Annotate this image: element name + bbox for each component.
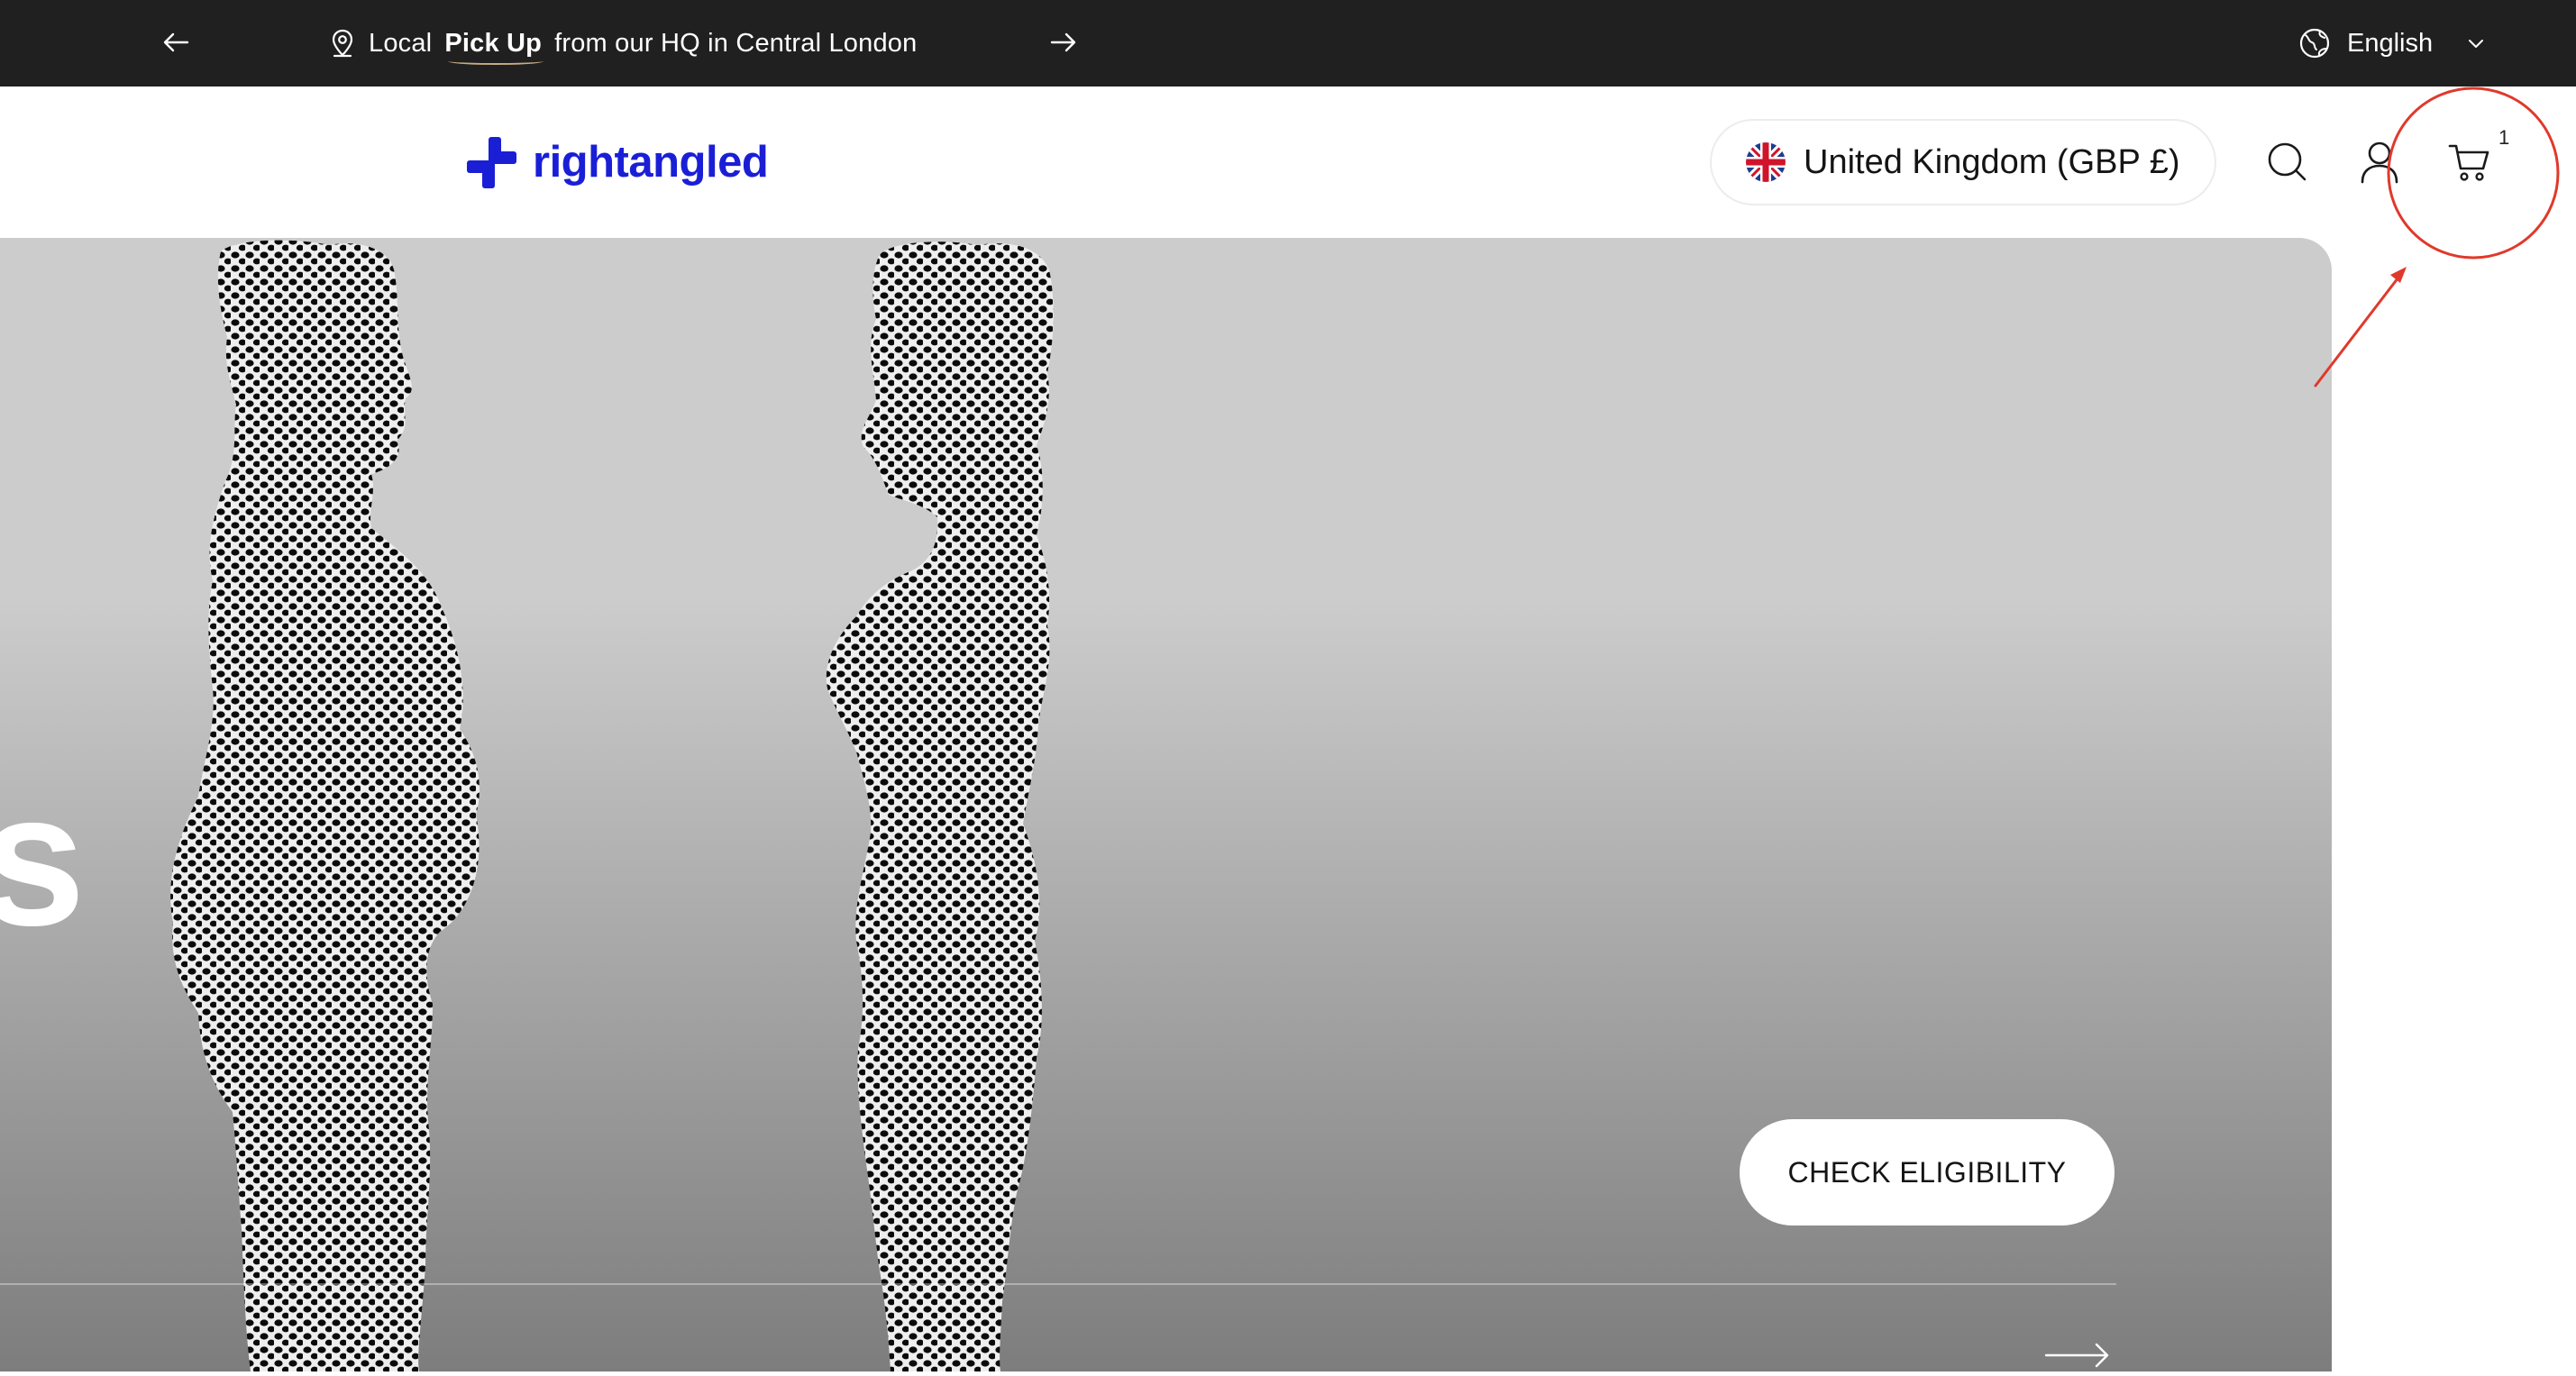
check-eligibility-button[interactable]: CHECK ELIGIBILITY [1740,1119,2115,1226]
chevron-down-icon [2469,40,2484,48]
announcement-highlight: Pick Up [444,28,544,65]
region-label: United Kingdom (GBP £) [1804,142,2180,181]
announcement-bar: Local Pick Up from our HQ in Central Lon… [0,0,2576,87]
logo-link[interactable]: rightangled [464,133,769,191]
user-icon [2361,141,2398,184]
language-label: English [2347,28,2434,58]
announcement-prefix: Local [369,28,433,58]
shopping-cart-icon [2448,144,2489,181]
uk-flag-icon [1746,142,1786,182]
figure-right [826,241,1054,1371]
arrow-left-icon [163,32,189,52]
region-currency-selector[interactable]: United Kingdom (GBP £) [1710,119,2216,205]
long-arrow-right-icon [2044,1343,2109,1368]
globe-icon [2299,28,2330,59]
cart-button[interactable] [2437,130,2502,195]
search-button[interactable] [2255,130,2320,195]
location-pin-icon [332,29,353,58]
announcement-next-button[interactable] [1041,20,1086,65]
language-selector[interactable]: English [2298,18,2485,68]
announcement-suffix: from our HQ in Central London [554,28,918,58]
hero-divider [0,1283,2116,1285]
logo-mark-icon [467,137,516,188]
announcement-prev-button[interactable] [153,20,198,65]
hero-next-button[interactable] [2042,1335,2115,1371]
hero-heading: s [0,753,86,965]
logo-text: rightangled [533,138,769,187]
account-button[interactable] [2347,130,2412,195]
annotation-arrowhead [2390,267,2407,283]
arrow-right-icon [1050,32,1076,52]
announcement-message[interactable]: Local Pick Up from our HQ in Central Lon… [329,18,917,68]
hero-banner: s CHECK ELIGIBILITY [0,238,2332,1371]
cart-count-badge: 1 [2498,126,2510,149]
search-icon [2268,142,2307,181]
figure-left [170,240,480,1371]
site-header: rightangled United Kingdom (GBP £) 1 [0,87,2576,238]
